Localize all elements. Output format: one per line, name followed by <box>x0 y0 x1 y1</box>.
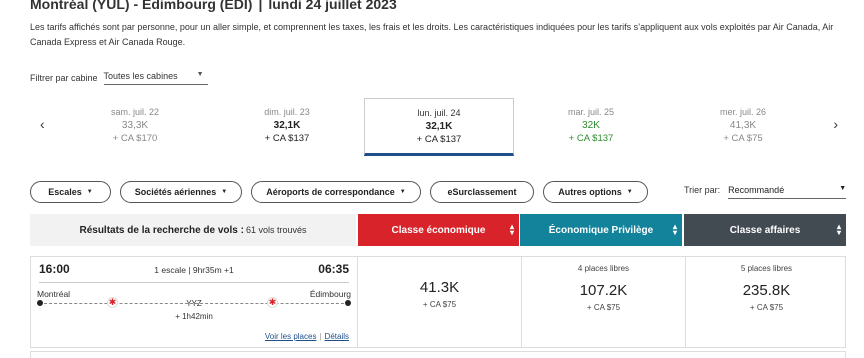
fare-price: 107.2K <box>579 282 628 299</box>
sort-icon: ▴ ▾ <box>672 222 677 237</box>
flight-itinerary: 16:00 1 escale | 9hr35m +1 06:35 Montréa… <box>31 257 357 347</box>
economy-cabin-header[interactable]: Classe économique ▴ ▾ <box>358 214 519 246</box>
caret-down-icon: ▼ <box>399 189 406 195</box>
cabin-filter-label: Filtrer par cabine <box>30 73 98 83</box>
caret-down-icon: ▼ <box>86 189 93 195</box>
sort-label: Trier par: <box>684 185 721 195</box>
cabin-filter: Filtrer par cabine Toutes les cabines ▼ <box>30 71 208 85</box>
date-carousel: ‹ sam. juil. 22 33,3K + CA $170 dim. jui… <box>30 98 848 156</box>
sort-icon: ▴ ▾ <box>836 222 841 237</box>
details-link[interactable]: Détails <box>325 332 349 341</box>
economy-fare-cell[interactable]: 41.3K + CA $75 <box>357 257 521 347</box>
date-option[interactable]: mar. juil. 25 32K + CA $137 <box>516 98 666 156</box>
fare-price: 235.8K <box>742 282 791 299</box>
premium-fare-cell[interactable]: 4 places libres 107.2K + CA $75 <box>521 257 685 347</box>
airlines-filter-button[interactable]: Sociétés aériennes ▼ <box>120 181 242 203</box>
seats-available: 5 places libres <box>740 264 793 273</box>
flight-result-row: 16:00 1 escale | 9hr35m +1 06:35 Montréa… <box>30 256 846 348</box>
date-option[interactable]: sam. juil. 22 33,3K + CA $170 <box>60 98 210 156</box>
seats-available: 4 places libres <box>577 264 630 273</box>
date-option-selected[interactable]: lun. juil. 24 32,1K + CA $137 <box>364 98 514 156</box>
caret-down-icon: ▼ <box>626 189 633 195</box>
layover-duration: + 1h42min <box>175 312 213 321</box>
caret-down-icon: ▼ <box>221 189 228 195</box>
results-header: Résultats de la recherche de vols :61 vo… <box>30 214 356 246</box>
filter-bar: Escales ▼ Sociétés aériennes ▼ Aéroports d… <box>30 181 657 203</box>
sort-control: Trier par: Recommandé ▼ <box>684 185 847 199</box>
premium-cabin-header[interactable]: Économique Privilège ▴ ▾ <box>520 214 682 246</box>
date-option[interactable]: mer. juil. 26 41,3K + CA $75 <box>668 98 818 156</box>
fare-cad: + CA $75 <box>586 303 621 312</box>
business-fare-cell[interactable]: 5 places libres 235.8K + CA $75 <box>685 257 847 347</box>
stops-duration: 1 escale | 9hr35m +1 <box>154 265 234 275</box>
sort-icon: ▴ ▾ <box>509 222 514 237</box>
stops-filter-button[interactable]: Escales ▼ <box>30 181 111 203</box>
divider <box>39 282 349 283</box>
cabin-filter-select[interactable]: Toutes les cabines ▼ <box>103 71 208 85</box>
fare-price: 41.3K <box>419 279 460 296</box>
business-cabin-header[interactable]: Classe affaires ▴ ▾ <box>684 214 846 246</box>
chevron-left-icon[interactable]: ‹ <box>40 116 45 132</box>
chevron-down-icon: ▼ <box>839 185 847 192</box>
flight-result-row <box>30 351 846 358</box>
sort-select[interactable]: Recommandé ▼ <box>728 185 847 199</box>
fare-cad: + CA $75 <box>422 300 457 309</box>
destination-city: Édimbourg <box>309 289 351 299</box>
origin-city: Montréal <box>37 289 71 299</box>
arrival-time: 06:35 <box>318 262 349 276</box>
date-option[interactable]: dim. juil. 23 32,1K + CA $137 <box>212 98 362 156</box>
chevron-right-icon[interactable]: › <box>833 116 838 132</box>
seats-link[interactable]: Voir les places <box>265 332 317 341</box>
connection-airports-filter-button[interactable]: Aéroports de correspondance ▼ <box>251 181 421 203</box>
esurclassement-filter-button[interactable]: eSurclassement <box>430 181 534 203</box>
flight-links: Voir les places | Détails <box>264 332 349 341</box>
connection-airport: YYZ <box>186 299 202 308</box>
page-title: Montréal (YUL) - Édimbourg (EDI) | lundi 2… <box>30 0 397 12</box>
fare-cad: + CA $75 <box>749 303 784 312</box>
chevron-down-icon: ▼ <box>196 71 204 78</box>
fare-disclaimer: Les tarifs affichés sont par personne, p… <box>30 22 834 47</box>
other-options-button[interactable]: Autres options ▼ <box>543 181 648 203</box>
